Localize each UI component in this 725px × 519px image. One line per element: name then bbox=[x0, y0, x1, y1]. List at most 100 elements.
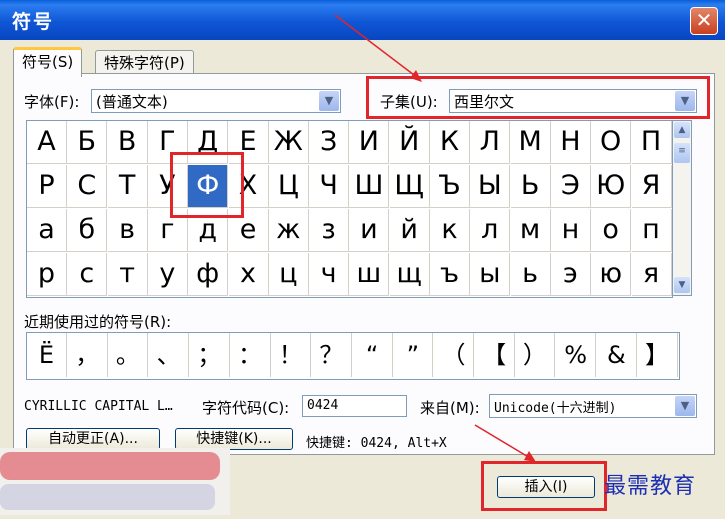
recent-symbol-cell[interactable]: % bbox=[556, 333, 597, 377]
symbol-cell[interactable]: П bbox=[631, 121, 672, 164]
symbol-cell[interactable]: Ш bbox=[349, 165, 390, 208]
shortcut-text: 快捷键: 0424, Alt+X bbox=[306, 436, 447, 451]
symbol-cell[interactable]: З bbox=[309, 121, 350, 164]
symbol-cell[interactable]: у bbox=[147, 253, 188, 296]
scroll-up-icon[interactable]: ▲ bbox=[674, 122, 690, 138]
symbol-cell[interactable]: х bbox=[228, 253, 269, 296]
symbol-cell[interactable]: Ь bbox=[510, 165, 551, 208]
symbol-cell[interactable]: К bbox=[430, 121, 470, 164]
tab-symbols-label: 符号(S) bbox=[22, 53, 74, 71]
symbol-cell[interactable]: М bbox=[510, 121, 551, 164]
recent-symbol-cell[interactable]: ， bbox=[68, 333, 108, 377]
symbol-cell[interactable]: ъ bbox=[430, 253, 470, 296]
symbol-cell[interactable]: Б bbox=[67, 121, 108, 164]
recent-symbol-cell[interactable]: Ë bbox=[27, 333, 67, 377]
symbol-cell[interactable]: Й bbox=[389, 121, 430, 164]
watermark-text: 最需教育 bbox=[604, 474, 697, 499]
recent-symbol-cell[interactable]: & bbox=[597, 333, 637, 377]
chevron-down-icon[interactable]: ▼ bbox=[675, 396, 695, 416]
symbol-cell[interactable]: щ bbox=[389, 253, 430, 296]
symbol-cell[interactable]: й bbox=[389, 209, 430, 252]
recent-symbol-cell[interactable]: （ bbox=[434, 333, 474, 377]
symbol-cell[interactable]: ч bbox=[309, 253, 350, 296]
recent-symbol-cell[interactable]: ？ bbox=[312, 333, 352, 377]
symbol-cell[interactable]: И bbox=[349, 121, 390, 164]
symbol-cell[interactable]: п bbox=[631, 209, 672, 252]
window-title: 符号 bbox=[12, 11, 55, 33]
symbol-cell[interactable]: Э bbox=[550, 165, 591, 208]
symbol-cell[interactable]: С bbox=[67, 165, 108, 208]
scroll-thumb[interactable]: ≡ bbox=[674, 143, 690, 163]
recent-symbol-cell[interactable]: ： bbox=[231, 333, 271, 377]
symbol-cell[interactable]: ю bbox=[591, 253, 632, 296]
autocorrect-button[interactable]: 自动更正(A)... bbox=[26, 428, 160, 450]
symbol-cell[interactable]: Щ bbox=[389, 165, 430, 208]
recent-symbol-cell[interactable]: “ bbox=[353, 333, 393, 377]
symbol-cell[interactable]: Ы bbox=[470, 165, 511, 208]
symbol-cell[interactable]: Ч bbox=[309, 165, 350, 208]
recent-symbol-cell[interactable]: ” bbox=[393, 333, 434, 377]
symbol-cell[interactable]: Я bbox=[631, 165, 672, 208]
symbol-cell[interactable]: Т bbox=[107, 165, 148, 208]
tab-special-label: 特殊字符(P) bbox=[104, 54, 185, 72]
symbol-cell[interactable]: О bbox=[591, 121, 632, 164]
symbol-cell[interactable]: Н bbox=[550, 121, 591, 164]
symbol-cell[interactable]: э bbox=[550, 253, 591, 296]
scroll-down-icon[interactable]: ▼ bbox=[674, 277, 690, 293]
symbol-cell[interactable]: р bbox=[27, 253, 67, 296]
symbol-cell[interactable]: н bbox=[550, 209, 591, 252]
from-select[interactable]: Unicode(十六进制) ▼ bbox=[489, 394, 697, 418]
symbol-cell[interactable]: б bbox=[67, 209, 108, 252]
recent-symbol-cell[interactable]: 【 bbox=[475, 333, 515, 377]
annotation-box-selected-symbol bbox=[170, 152, 244, 218]
char-code-input[interactable]: 0424 bbox=[302, 395, 407, 417]
recent-symbols-row[interactable]: Ë，。、；：！？ “” （【）% &】 bbox=[26, 332, 680, 380]
symbol-cell[interactable]: ы bbox=[470, 253, 511, 296]
symbol-cell[interactable]: А bbox=[27, 121, 67, 164]
symbol-cell[interactable]: з bbox=[309, 209, 350, 252]
symbol-cell[interactable]: в bbox=[107, 209, 148, 252]
symbol-cell[interactable]: ф bbox=[188, 253, 229, 296]
shortcut-key-button[interactable]: 快捷键(K)... bbox=[175, 428, 293, 450]
symbol-cell[interactable]: с bbox=[67, 253, 108, 296]
tab-special-characters[interactable]: 特殊字符(P) bbox=[95, 50, 194, 75]
recent-symbol-cell[interactable]: 、 bbox=[149, 333, 190, 377]
symbol-cell[interactable]: к bbox=[430, 209, 470, 252]
symbol-cell[interactable]: Л bbox=[470, 121, 511, 164]
symbol-cell[interactable]: Ю bbox=[591, 165, 632, 208]
symbol-cell[interactable]: ш bbox=[349, 253, 390, 296]
annotation-arrow-insert bbox=[474, 424, 536, 462]
symbol-cell[interactable]: л bbox=[470, 209, 511, 252]
recent-symbol-cell[interactable]: ） bbox=[515, 333, 556, 377]
tab-symbols[interactable]: 符号(S) bbox=[13, 47, 83, 77]
symbol-cell[interactable]: и bbox=[349, 209, 390, 252]
symbol-cell[interactable]: м bbox=[510, 209, 551, 252]
symbol-cell[interactable]: ц bbox=[268, 253, 309, 296]
recent-symbol-cell[interactable]: 。 bbox=[108, 333, 149, 377]
symbol-cell[interactable]: Ж bbox=[268, 121, 309, 164]
symbol-cell[interactable]: а bbox=[27, 209, 67, 252]
symbol-cell[interactable]: ь bbox=[510, 253, 551, 296]
symbol-cell[interactable]: о bbox=[591, 209, 632, 252]
symbol-cell[interactable]: В bbox=[107, 121, 148, 164]
symbol-cell[interactable]: т bbox=[107, 253, 148, 296]
chevron-down-icon[interactable]: ▼ bbox=[319, 91, 339, 111]
char-code-label: 字符代码(C): bbox=[202, 399, 290, 417]
annotation-arrow-subset bbox=[334, 14, 422, 82]
recent-symbol-cell[interactable]: ； bbox=[190, 333, 230, 377]
recent-symbol-cell[interactable]: 】 bbox=[638, 333, 678, 377]
symbol-cell[interactable]: Р bbox=[27, 165, 67, 208]
symbol-cell[interactable]: ж bbox=[268, 209, 309, 252]
symbol-cell[interactable]: Ц bbox=[268, 165, 309, 208]
from-label: 来自(M): bbox=[420, 399, 480, 417]
symbol-grid[interactable]: АБВГДЕЖЗИЙКЛМНОПРСТУФХЦЧШЩЪЫЬЭЮЯабвгдежз… bbox=[26, 120, 673, 298]
symbol-grid-scrollbar[interactable]: ▲ ≡ ▼ bbox=[672, 120, 692, 296]
symbol-cell[interactable]: я bbox=[631, 253, 672, 296]
close-icon[interactable]: ✕ bbox=[690, 7, 718, 35]
from-select-value: Unicode(十六进制) bbox=[494, 401, 617, 416]
recent-symbol-cell[interactable]: ！ bbox=[271, 333, 312, 377]
font-select[interactable]: (普通文本) ▼ bbox=[91, 89, 341, 113]
symbol-cell[interactable]: Ъ bbox=[430, 165, 470, 208]
blurred-area bbox=[0, 448, 230, 515]
character-name: CYRILLIC CAPITAL L… bbox=[24, 399, 173, 414]
